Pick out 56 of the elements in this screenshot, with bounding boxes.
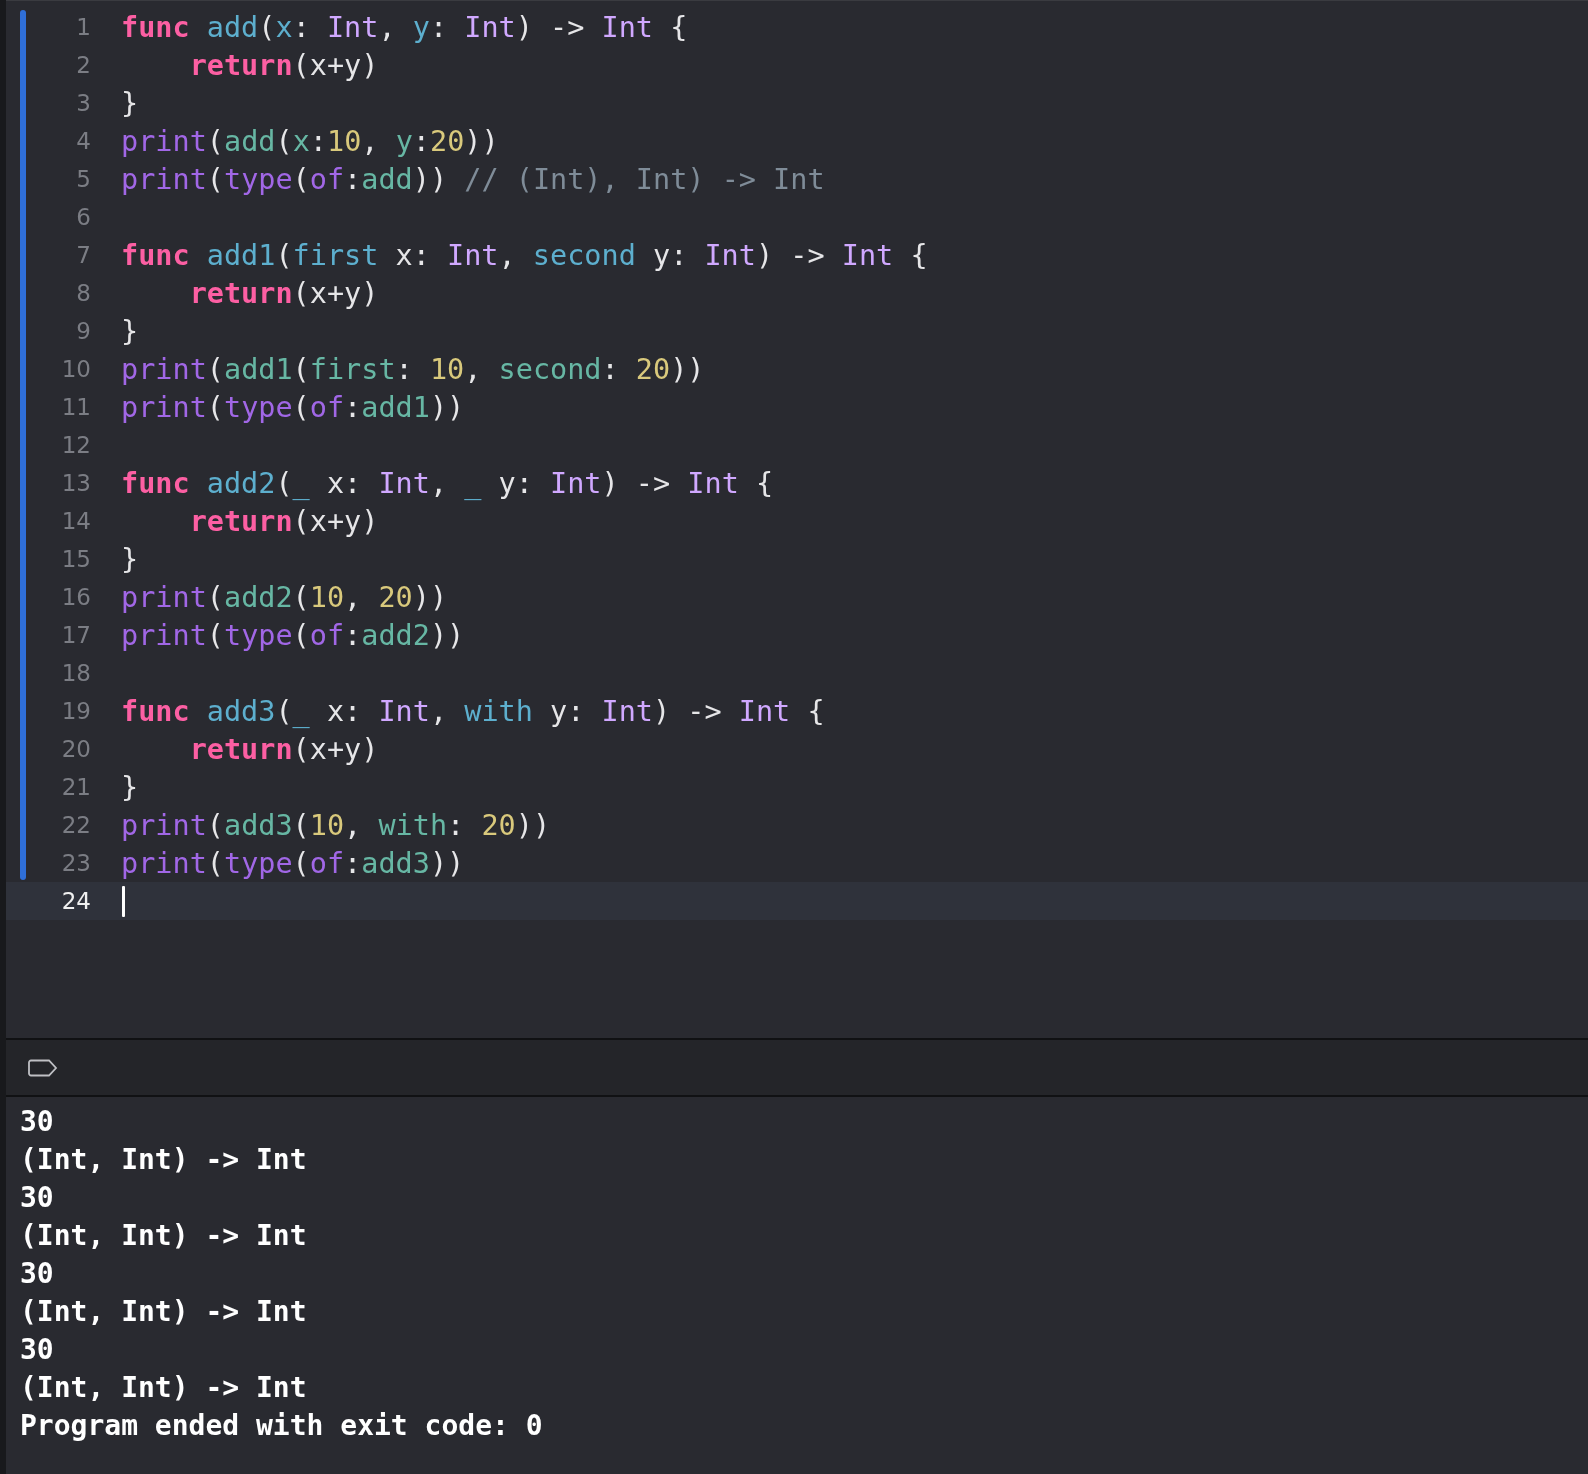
line-number: 7 — [75, 242, 91, 268]
line-number: 23 — [60, 850, 91, 876]
code-line: print(type(of:add3)) — [121, 846, 465, 880]
line-number: 2 — [75, 52, 91, 78]
code-line: func add3(_ x: Int, with y: Int) -> Int { — [121, 694, 825, 728]
text-cursor — [122, 885, 125, 917]
code-line: } — [121, 86, 139, 120]
output-line: 30 — [20, 1180, 55, 1216]
line-number: 11 — [60, 394, 91, 420]
code-line: return(x+y) — [188, 276, 379, 310]
line-number: 24 — [60, 888, 91, 914]
line-number: 10 — [60, 356, 91, 382]
line-number: 19 — [60, 698, 91, 724]
line-number: 8 — [75, 280, 91, 306]
code-line: return(x+y) — [188, 48, 379, 82]
code-line: return(x+y) — [188, 732, 379, 766]
code-line: print(add2(10, 20)) — [121, 580, 448, 614]
output-line: (Int, Int) -> Int — [20, 1142, 308, 1178]
line-number: 22 — [60, 812, 91, 838]
line-number: 6 — [75, 204, 91, 230]
line-number: 21 — [60, 774, 91, 800]
tag-icon[interactable] — [28, 1058, 58, 1077]
output-line: (Int, Int) -> Int — [20, 1370, 308, 1406]
code-line: } — [121, 770, 139, 804]
code-line: print(type(of:add2)) — [121, 618, 465, 652]
code-line: func add(x: Int, y: Int) -> Int { — [121, 10, 688, 44]
code-line: func add1(first x: Int, second y: Int) -> Int { — [121, 238, 928, 272]
code-line: print(add1(first: 10, second: 20)) — [121, 352, 705, 386]
output-line: 30 — [20, 1104, 55, 1140]
line-number: 3 — [75, 90, 91, 116]
line-number: 4 — [75, 128, 91, 154]
code-line: print(add(x:10, y:20)) — [121, 124, 499, 158]
line-number: 20 — [60, 736, 91, 762]
line-number: 5 — [75, 166, 91, 192]
code-line: } — [121, 542, 139, 576]
code-line: print(type(of:add)) // (Int), Int) -> Int — [121, 162, 825, 196]
code-line: print(type(of:add1)) — [121, 390, 465, 424]
output-line: (Int, Int) -> Int — [20, 1294, 308, 1330]
line-number: 16 — [60, 584, 91, 610]
line-number: 1 — [75, 14, 91, 40]
output-line: Program ended with exit code: 0 — [20, 1408, 544, 1444]
line-number: 17 — [60, 622, 91, 648]
code-line: } — [121, 314, 139, 348]
code-line: func add2(_ x: Int, _ y: Int) -> Int { — [121, 466, 774, 500]
line-number: 14 — [60, 508, 91, 534]
code-editor[interactable] — [6, 0, 1588, 1040]
line-number: 15 — [60, 546, 91, 572]
line-number: 9 — [75, 318, 91, 344]
output-line: 30 — [20, 1332, 55, 1368]
code-line: return(x+y) — [188, 504, 379, 538]
code-line: print(add3(10, with: 20)) — [121, 808, 551, 842]
output-line: (Int, Int) -> Int — [20, 1218, 308, 1254]
line-number: 12 — [60, 432, 91, 458]
line-number: 18 — [60, 660, 91, 686]
line-number: 13 — [60, 470, 91, 496]
output-line: 30 — [20, 1256, 55, 1292]
